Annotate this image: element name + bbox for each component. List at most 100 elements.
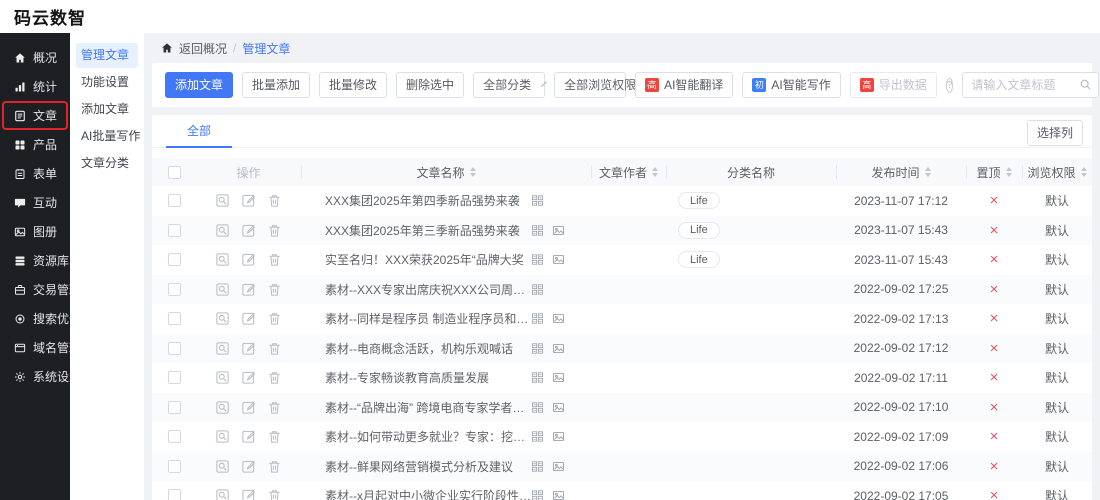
help-icon[interactable]: ? (946, 78, 954, 93)
delete-icon[interactable] (267, 193, 282, 208)
article-title[interactable]: 素材--x月起对中小微企业实行阶段性xxx服务xxx内容 (325, 487, 531, 500)
row-checkbox[interactable] (168, 401, 181, 414)
preview-icon[interactable] (215, 223, 230, 238)
edit-icon[interactable] (241, 341, 256, 356)
preview-icon[interactable] (215, 193, 230, 208)
sort-icon[interactable] (470, 167, 476, 177)
top-x-icon[interactable]: × (990, 193, 999, 208)
article-title[interactable]: 素材--“品牌出海” 跨境电商专家学者及行业大家 (325, 399, 531, 416)
edit-icon[interactable] (241, 282, 256, 297)
export-data-button[interactable]: 高 导出数据 (850, 72, 937, 98)
top-x-icon[interactable]: × (990, 311, 999, 326)
sidebar-item-12[interactable]: 系统设置 (2, 362, 68, 391)
preview-icon[interactable] (215, 252, 230, 267)
edit-icon[interactable] (241, 488, 256, 500)
delete-icon[interactable] (267, 223, 282, 238)
preview-icon[interactable] (215, 282, 230, 297)
sidebar-item-5[interactable]: 表单 (2, 159, 68, 188)
sidebar-item-4[interactable]: 产品 (2, 130, 68, 159)
delete-icon[interactable] (267, 370, 282, 385)
top-x-icon[interactable]: × (990, 429, 999, 444)
row-checkbox[interactable] (168, 460, 181, 473)
submenu-item-5[interactable]: 文章分类 (76, 151, 138, 176)
article-title[interactable]: 素材--如何带动更多就业？专家：挖掘新渠道 拓展新空间 (325, 428, 531, 445)
column-header-top[interactable]: 置顶 (966, 158, 1022, 186)
top-x-icon[interactable]: × (990, 400, 999, 415)
search-icon[interactable] (1079, 78, 1092, 94)
batch-edit-button[interactable]: 批量修改 (319, 72, 387, 98)
top-x-icon[interactable]: × (990, 370, 999, 385)
ai-write-button[interactable]: 初 AI智能写作 (742, 72, 840, 98)
top-x-icon[interactable]: × (990, 282, 999, 297)
delete-icon[interactable] (267, 488, 282, 500)
top-x-icon[interactable]: × (990, 488, 999, 500)
preview-icon[interactable] (215, 400, 230, 415)
article-title[interactable]: 素材--电商概念活跃，机构乐观喊话 (325, 340, 513, 357)
row-checkbox[interactable] (168, 430, 181, 443)
sidebar-item-7[interactable]: 图册 (2, 217, 68, 246)
sidebar-item-1[interactable]: 概况 (2, 43, 68, 72)
sort-icon[interactable] (1081, 167, 1087, 177)
sort-icon[interactable] (925, 167, 931, 177)
delete-icon[interactable] (267, 400, 282, 415)
row-checkbox[interactable] (168, 224, 181, 237)
article-title[interactable]: 素材--同样是程序员 制造业程序员和互联网程序员有什么不... (325, 310, 531, 327)
sidebar-item-8[interactable]: 资源库 (2, 246, 68, 275)
row-checkbox[interactable] (168, 253, 181, 266)
sidebar-item-3[interactable]: 文章 (2, 101, 68, 130)
sort-icon[interactable] (652, 167, 658, 177)
preview-icon[interactable] (215, 311, 230, 326)
submenu-item-1[interactable]: 管理文章 (76, 43, 138, 68)
column-header-title[interactable]: 文章名称 (301, 158, 591, 186)
edit-icon[interactable] (241, 459, 256, 474)
category-filter-select[interactable]: 全部分类 (473, 72, 545, 98)
delete-icon[interactable] (267, 282, 282, 297)
column-header-time[interactable]: 发布时间 (836, 158, 966, 186)
edit-icon[interactable] (241, 193, 256, 208)
preview-icon[interactable] (215, 341, 230, 356)
ai-translate-button[interactable]: 高 AI智能翻译 (635, 72, 733, 98)
edit-icon[interactable] (241, 400, 256, 415)
tab-all[interactable]: 全部 (166, 115, 232, 148)
row-checkbox[interactable] (168, 194, 181, 207)
top-x-icon[interactable]: × (990, 223, 999, 238)
select-all-checkbox[interactable] (168, 166, 181, 179)
article-title[interactable]: XXX集团2025年第三季新品强势来袭 (325, 222, 520, 239)
edit-icon[interactable] (241, 370, 256, 385)
permission-filter-select[interactable]: 全部浏览权限 (554, 72, 626, 98)
breadcrumb-back-link[interactable]: 返回概况 (179, 40, 227, 57)
edit-icon[interactable] (241, 223, 256, 238)
article-title[interactable]: 素材--专家畅谈教育高质量发展 (325, 369, 489, 386)
top-x-icon[interactable]: × (990, 459, 999, 474)
delete-icon[interactable] (267, 429, 282, 444)
article-title[interactable]: 素材--XXX专家出席庆祝XXX公司周年招待会 (325, 281, 531, 298)
article-title[interactable]: 素材--鲜果网络营销模式分析及建议 (325, 458, 513, 475)
preview-icon[interactable] (215, 370, 230, 385)
top-x-icon[interactable]: × (990, 341, 999, 356)
row-checkbox[interactable] (168, 489, 181, 500)
sidebar-item-9[interactable]: 交易管理 (2, 275, 68, 304)
column-header-author[interactable]: 文章作者 (591, 158, 666, 186)
sidebar-item-2[interactable]: 统计 (2, 72, 68, 101)
delete-icon[interactable] (267, 459, 282, 474)
delete-icon[interactable] (267, 311, 282, 326)
article-title[interactable]: XXX集团2025年第四季新品强势来袭 (325, 192, 520, 209)
preview-icon[interactable] (215, 459, 230, 474)
preview-icon[interactable] (215, 488, 230, 500)
submenu-item-4[interactable]: AI批量写作 (76, 124, 138, 149)
delete-selected-button[interactable]: 删除选中 (396, 72, 464, 98)
top-x-icon[interactable]: × (990, 252, 999, 267)
preview-icon[interactable] (215, 429, 230, 444)
delete-icon[interactable] (267, 252, 282, 267)
row-checkbox[interactable] (168, 371, 181, 384)
column-select-button[interactable]: 选择列 (1027, 120, 1083, 146)
column-header-permission[interactable]: 浏览权限 (1022, 158, 1092, 186)
delete-icon[interactable] (267, 341, 282, 356)
submenu-item-2[interactable]: 功能设置 (76, 70, 138, 95)
submenu-item-3[interactable]: 添加文章 (76, 97, 138, 122)
row-checkbox[interactable] (168, 283, 181, 296)
edit-icon[interactable] (241, 252, 256, 267)
sidebar-item-11[interactable]: 域名管理 (2, 333, 68, 362)
sort-icon[interactable] (1006, 167, 1012, 177)
row-checkbox[interactable] (168, 312, 181, 325)
